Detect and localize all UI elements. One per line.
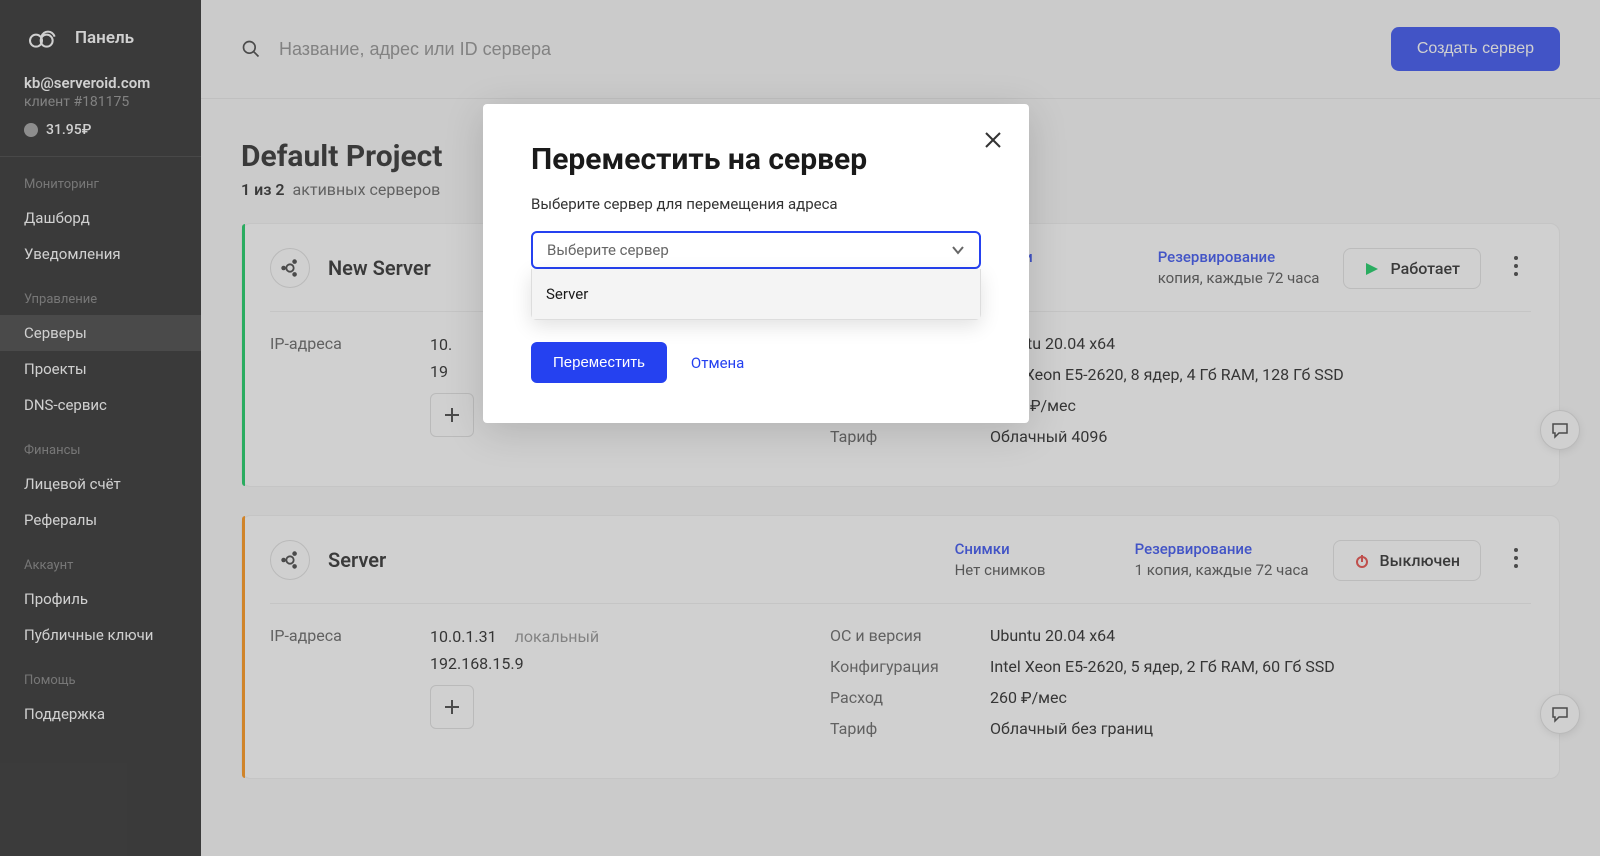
server-select[interactable]: Выберите сервер bbox=[531, 231, 981, 269]
dialog-subtitle: Выберите сервер для перемещения адреса bbox=[531, 195, 981, 213]
server-option[interactable]: Server bbox=[532, 269, 980, 319]
select-placeholder: Выберите сервер bbox=[547, 241, 669, 259]
move-dialog: Переместить на сервер Выберите сервер дл… bbox=[483, 104, 1029, 423]
cancel-button[interactable]: Отмена bbox=[691, 354, 744, 372]
chevron-down-icon bbox=[951, 243, 965, 257]
server-select-dropdown: Server bbox=[531, 269, 981, 320]
dialog-title: Переместить на сервер bbox=[531, 142, 981, 177]
move-button[interactable]: Переместить bbox=[531, 342, 667, 383]
close-button[interactable] bbox=[983, 130, 1003, 154]
close-icon bbox=[983, 130, 1003, 150]
